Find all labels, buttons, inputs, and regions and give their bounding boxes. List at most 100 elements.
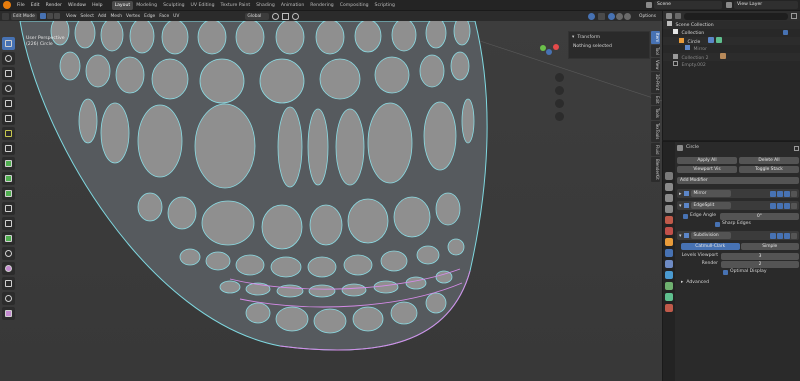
chevron-down-icon[interactable]: ▾ <box>679 203 682 209</box>
output-tab-icon[interactable] <box>665 194 673 202</box>
sharp-edges-checkbox[interactable] <box>715 221 720 227</box>
display-mode-icon[interactable] <box>675 13 681 19</box>
menu-select[interactable]: Select <box>78 13 96 20</box>
viewport-toggle-icon[interactable] <box>777 190 783 197</box>
outliner-row[interactable]: Mirror <box>663 45 800 53</box>
pivot-icon[interactable] <box>272 12 280 20</box>
viewport-toggle-icon[interactable] <box>777 232 783 239</box>
outliner-row[interactable]: Circle <box>663 37 800 45</box>
spin-tool[interactable] <box>2 247 15 260</box>
scale-tool[interactable] <box>2 97 15 110</box>
tab-sculpting[interactable]: Sculpting <box>160 1 187 10</box>
sidebar-tab-3d-print[interactable]: 3D-Print <box>651 72 660 93</box>
loop-cut-tool[interactable] <box>2 202 15 215</box>
material-tab-icon[interactable] <box>665 304 673 312</box>
pan-hand-icon[interactable] <box>555 86 564 95</box>
render-toggle-icon[interactable] <box>784 190 790 197</box>
modifier-subdivision-header[interactable]: ▾ Subdivision <box>677 231 799 240</box>
scene-selector[interactable]: Scene <box>654 1 722 9</box>
editmode-toggle-icon[interactable] <box>770 232 776 239</box>
sidebar-tab-textools[interactable]: TexTools <box>651 121 660 142</box>
blender-logo-icon[interactable] <box>3 1 11 9</box>
menu-help[interactable]: Help <box>89 0 105 11</box>
overlay-icon[interactable] <box>588 12 596 20</box>
menu-uv[interactable]: UV <box>171 13 181 20</box>
edge-slide-tool[interactable] <box>2 277 15 290</box>
menu-file[interactable]: File <box>14 0 28 11</box>
xray-icon[interactable] <box>598 12 606 20</box>
menu-edge[interactable]: Edge <box>142 13 157 20</box>
sidebar-tab-blenderkit[interactable]: BlenderKit <box>651 157 660 183</box>
shrink-fatten-tool[interactable] <box>2 292 15 305</box>
rotate-tool[interactable] <box>2 82 15 95</box>
menu-vertex[interactable]: Vertex <box>124 13 142 20</box>
view-layer-tab-icon[interactable] <box>665 205 673 213</box>
tab-uv-editing[interactable]: UV Editing <box>188 1 218 10</box>
edge-angle-field[interactable]: 0° <box>720 212 799 220</box>
advanced-section[interactable]: ▸ Advanced <box>677 279 799 287</box>
add-modifier-dropdown[interactable]: Add Modifier <box>677 177 799 184</box>
tab-compositing[interactable]: Compositing <box>337 1 372 10</box>
world-tab-icon[interactable] <box>665 227 673 235</box>
menu-window[interactable]: Window <box>65 0 89 11</box>
sidebar-tab-item[interactable]: Item <box>651 31 660 45</box>
menu-render[interactable]: Render <box>43 0 65 11</box>
outliner-editor-icon[interactable] <box>666 13 672 19</box>
grid-icon[interactable] <box>555 112 564 121</box>
viewport-toggle-icon[interactable] <box>777 202 783 209</box>
menu-edit[interactable]: Edit <box>28 0 43 11</box>
modifier-name-field[interactable]: Mirror <box>690 190 731 197</box>
poly-build-tool[interactable] <box>2 232 15 245</box>
viewport-vis-button[interactable]: Viewport Vis <box>677 166 737 173</box>
pin-icon[interactable] <box>794 145 799 151</box>
outliner-row[interactable]: Empty.002 <box>663 61 800 69</box>
optimal-display-checkbox[interactable] <box>723 269 728 275</box>
select-mode-vertex-icon[interactable] <box>40 13 46 19</box>
navigation-gizmo[interactable] <box>536 39 562 65</box>
select-box-tool[interactable] <box>2 37 15 50</box>
measure-tool[interactable] <box>2 142 15 155</box>
transform-tool[interactable] <box>2 112 15 125</box>
orientation-selector[interactable]: Global <box>245 12 270 20</box>
object-tab-icon[interactable] <box>665 238 673 246</box>
tab-layout[interactable]: Layout <box>111 1 134 10</box>
delete-all-button[interactable]: Delete All <box>739 157 799 164</box>
properties-editor-icon[interactable] <box>677 145 683 151</box>
outliner-search-input[interactable] <box>684 12 788 20</box>
data-tab-icon[interactable] <box>665 293 673 301</box>
tab-shading[interactable]: Shading <box>253 1 278 10</box>
shading-solid-icon[interactable] <box>608 12 616 20</box>
menu-mesh[interactable]: Mesh <box>108 13 124 20</box>
physics-tab-icon[interactable] <box>665 271 673 279</box>
proportional-edit-icon[interactable] <box>292 12 300 20</box>
inset-tool[interactable] <box>2 172 15 185</box>
annotate-tool[interactable] <box>2 127 15 140</box>
snap-icon[interactable] <box>282 12 290 20</box>
scene-tab-icon[interactable] <box>665 216 673 224</box>
render-toggle-icon[interactable] <box>784 232 790 239</box>
outliner-row[interactable]: Collection <box>663 29 800 37</box>
levels-viewport-field[interactable]: 3 <box>721 252 799 260</box>
chevron-down-icon[interactable]: ▾ <box>679 233 682 239</box>
mode-selector[interactable]: Edit Mode <box>11 12 37 20</box>
shading-material-icon[interactable] <box>616 12 624 20</box>
modifier-name-field[interactable]: Subdivision <box>690 232 731 239</box>
close-icon[interactable] <box>791 232 797 239</box>
menu-view[interactable]: View <box>64 13 78 20</box>
tab-scripting[interactable]: Scripting <box>372 1 398 10</box>
select-mode-face-icon[interactable] <box>54 13 60 19</box>
shading-rendered-icon[interactable] <box>624 12 632 20</box>
knife-tool[interactable] <box>2 217 15 230</box>
modifier-tab-icon[interactable] <box>665 249 673 257</box>
modifier-edgesplit-header[interactable]: ▾ EdgeSplit <box>677 201 799 210</box>
constraints-tab-icon[interactable] <box>665 282 673 290</box>
tab-rendering[interactable]: Rendering <box>307 1 336 10</box>
simple-button[interactable]: Simple <box>740 243 799 250</box>
shear-tool[interactable] <box>2 307 15 320</box>
render-levels-field[interactable]: 2 <box>721 260 799 268</box>
modifier-mirror-header[interactable]: ▸ Mirror <box>677 189 799 198</box>
options-dropdown[interactable]: Options <box>637 13 658 20</box>
bevel-tool[interactable] <box>2 187 15 200</box>
3d-viewport[interactable]: User Perspective (226) Circle <box>0 21 662 381</box>
checkbox-icon[interactable] <box>783 30 788 35</box>
